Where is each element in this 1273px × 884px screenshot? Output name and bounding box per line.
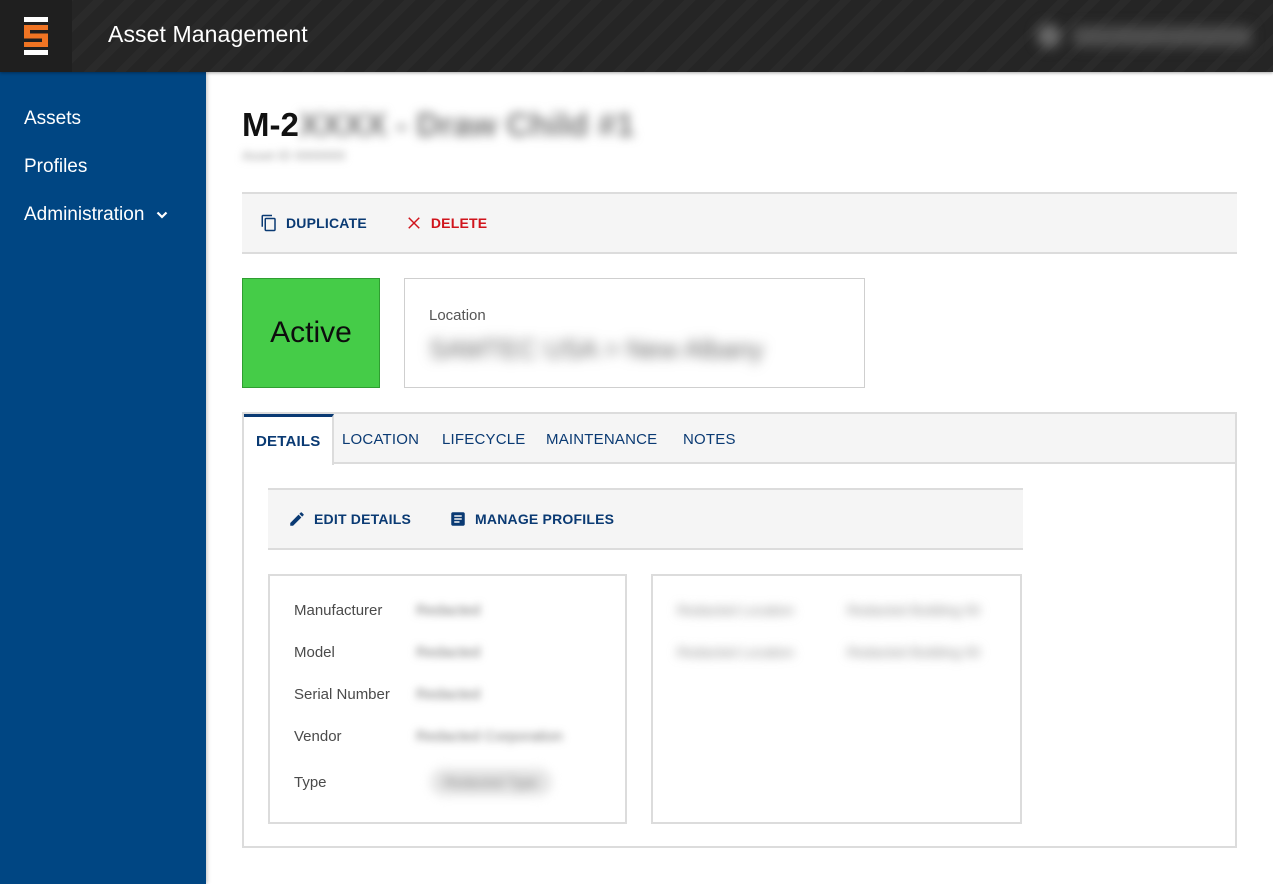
asset-title-redacted: XXXX - Draw Child #1	[298, 106, 635, 143]
details-extra-card: Redacted Location Redacted Building 00 R…	[651, 574, 1022, 824]
field-type: Type Redacted Type	[294, 768, 552, 796]
extra-field: Redacted Location Redacted Building 00	[677, 602, 980, 618]
field-value-redacted: Redacted Building 00	[847, 602, 981, 618]
field-label-redacted: Redacted Location	[677, 644, 794, 660]
tab-label: DETAILS	[256, 432, 321, 450]
tab-location[interactable]: LOCATION	[342, 414, 419, 464]
sidebar-item-assets[interactable]: Assets	[24, 108, 81, 130]
field-value-redacted: Redacted Building 00	[847, 644, 981, 660]
user-name: User Name (redacted)	[1072, 25, 1251, 47]
field-model: Model Redacted	[294, 644, 480, 661]
edit-details-label: EDIT DETAILS	[314, 511, 412, 527]
status-badge: Active	[242, 278, 380, 388]
field-value-redacted: Redacted	[416, 602, 481, 619]
field-label: Vendor	[294, 728, 342, 745]
tab-notes[interactable]: NOTES	[683, 414, 736, 464]
edit-details-button[interactable]: EDIT DETAILS	[288, 510, 411, 528]
document-icon	[451, 512, 465, 526]
delete-button[interactable]: DELETE	[405, 214, 487, 232]
tab-details[interactable]: DETAILS	[244, 414, 335, 465]
field-label: Manufacturer	[294, 602, 383, 619]
location-value-redacted: SAMTEC USA > New Albany	[429, 334, 764, 364]
status-label: Active	[270, 316, 352, 349]
main-content: M-2 XXXX - Draw Child #1 Asset ID 000000…	[206, 72, 1273, 884]
logo-container[interactable]	[0, 0, 72, 72]
delete-label: DELETE	[430, 215, 488, 231]
sidebar-item-label: Administration	[24, 204, 145, 225]
field-label: Type	[294, 773, 327, 791]
field-vendor: Vendor Redacted Corporation	[294, 728, 563, 745]
tab-label: MAINTENANCE	[546, 430, 658, 448]
field-value-redacted: Redacted	[416, 644, 481, 661]
details-action-bar: EDIT DETAILS MANAGE PROFILES	[268, 488, 1023, 550]
tab-label: NOTES	[683, 430, 736, 448]
tab-bar: DETAILS LOCATION LIFECYCLE MAINTENANCE N…	[244, 414, 1235, 465]
close-icon	[408, 217, 420, 229]
app-title: Asset Management	[108, 21, 308, 47]
sidebar-item-profiles[interactable]: Profiles	[24, 156, 87, 178]
manage-profiles-label: MANAGE PROFILES	[475, 511, 615, 527]
details-card: Manufacturer Redacted Model Redacted Ser…	[268, 574, 627, 824]
location-label: Location	[429, 307, 486, 324]
manage-profiles-button[interactable]: MANAGE PROFILES	[449, 510, 614, 528]
tab-label: LOCATION	[342, 430, 420, 448]
field-value-redacted: Redacted	[416, 686, 481, 703]
tab-label: LIFECYCLE	[442, 430, 526, 448]
sidebar-item-administration[interactable]: Administration	[24, 204, 168, 226]
user-menu[interactable]: User Name (redacted)	[1036, 20, 1251, 52]
sidebar: Assets Profiles Administration	[0, 72, 206, 884]
top-app-bar: Asset Management User Name (redacted)	[0, 0, 1273, 72]
asset-subtitle-redacted: Asset ID 0000000	[242, 148, 346, 163]
samtec-logo-icon	[24, 17, 48, 55]
sidebar-item-label: Profiles	[24, 156, 88, 177]
pencil-icon	[290, 512, 304, 526]
location-card: Location SAMTEC USA > New Albany	[404, 278, 865, 388]
user-avatar-icon	[1036, 24, 1061, 48]
extra-field: Redacted Location Redacted Building 00	[677, 644, 980, 660]
field-value-redacted: Redacted Corporation	[416, 728, 563, 745]
chevron-down-icon	[157, 211, 168, 219]
field-label: Serial Number	[294, 686, 390, 703]
asset-id-prefix: M-2	[242, 106, 299, 143]
field-label: Model	[294, 644, 335, 661]
field-serial-number: Serial Number Redacted	[294, 686, 480, 703]
sidebar-item-label: Assets	[24, 108, 82, 129]
field-manufacturer: Manufacturer Redacted	[294, 602, 480, 619]
field-label-redacted: Redacted Location	[677, 602, 794, 618]
copy-icon	[261, 214, 276, 232]
tab-maintenance[interactable]: MAINTENANCE	[546, 414, 657, 464]
tab-lifecycle[interactable]: LIFECYCLE	[442, 414, 526, 464]
logo-s-glyph	[24, 25, 48, 47]
type-chip-redacted: Redacted Type	[430, 768, 552, 796]
page-title: M-2 XXXX - Draw Child #1	[242, 106, 634, 144]
asset-action-bar: DUPLICATE DELETE	[242, 192, 1237, 254]
asset-tabs-panel: DETAILS LOCATION LIFECYCLE MAINTENANCE N…	[242, 412, 1237, 848]
duplicate-label: DUPLICATE	[286, 215, 367, 231]
duplicate-button[interactable]: DUPLICATE	[260, 214, 367, 232]
